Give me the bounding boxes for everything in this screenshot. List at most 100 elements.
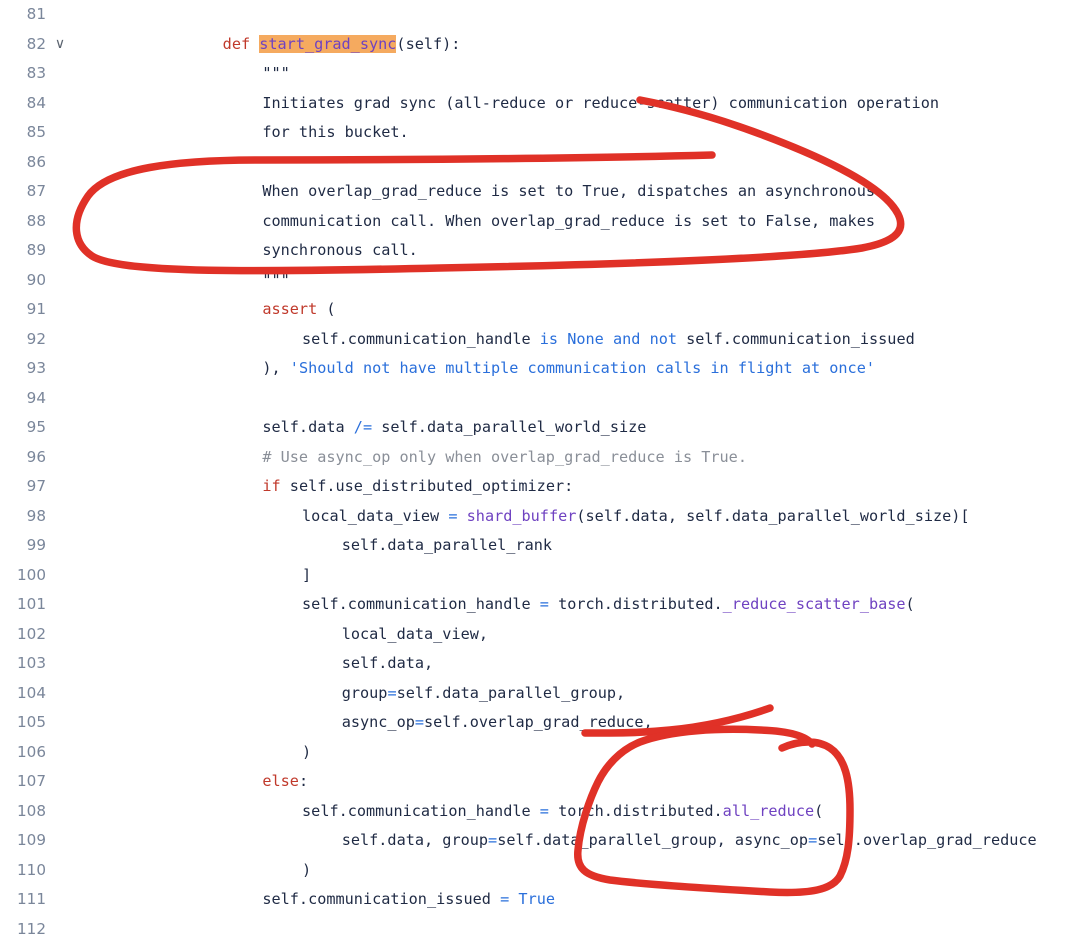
code-line[interactable]: 106) <box>0 738 1080 768</box>
code-token: """ <box>262 270 290 289</box>
code-line[interactable]: 103 self.data, <box>0 649 1080 679</box>
code-line-text: synchronous call. <box>262 236 417 266</box>
chevron-down-icon[interactable]: ∨ <box>52 30 68 60</box>
code-line-text: group=self.data_parallel_group, <box>342 679 625 709</box>
code-editor-lines[interactable]: 81 82 ∨ def start_grad_sync(self): 83 """ 84 In… <box>0 0 1080 934</box>
code-token: = <box>414 713 425 731</box>
code-token: True <box>518 890 555 908</box>
line-number: 82 <box>26 34 46 53</box>
code-line-text: ] <box>302 561 311 591</box>
code-token: = <box>387 683 397 702</box>
code-token: self <box>405 34 443 53</box>
code-token: assert <box>262 300 318 318</box>
code-token: ( <box>905 595 915 613</box>
code-viewer: 81 82 ∨ def start_grad_sync(self): 83 """ 84 In… <box>0 0 1080 934</box>
code-line[interactable]: 84 Initiates grad sync (all-reduce or red… <box>0 89 1080 119</box>
line-number: 112 <box>17 919 46 934</box>
code-token: self.data_parallel_world_size <box>372 418 647 436</box>
code-line-text: self.data /= self.data_parallel_world_si… <box>262 413 646 443</box>
code-line[interactable]: 108 self.communication_handle = torch.dis… <box>0 797 1080 827</box>
code-token: all_reduce <box>722 801 815 820</box>
code-token: = <box>808 831 818 849</box>
code-token: and <box>612 329 641 348</box>
code-line[interactable]: 101 self.communication_handle = torch.dis… <box>0 590 1080 620</box>
code-token: /= <box>353 418 373 436</box>
code-line[interactable]: 91 assert ( <box>0 295 1080 325</box>
code-line[interactable]: 93), 'Should not have multiple communica… <box>0 354 1080 384</box>
code-token: ( <box>396 34 406 53</box>
code-token: self.data_parallel_rank <box>341 536 553 554</box>
code-token: shard_buffer <box>466 506 577 525</box>
code-line[interactable]: 100] <box>0 561 1080 591</box>
line-number: 97 <box>26 477 46 495</box>
code-line-text: self.data_parallel_rank <box>342 531 552 561</box>
code-line[interactable]: 110) <box>0 856 1080 886</box>
code-token: = <box>539 801 549 820</box>
code-line[interactable]: 81 <box>0 0 1080 30</box>
code-line-text: ), 'Should not have multiple communicati… <box>262 354 875 384</box>
line-number: 100 <box>17 565 46 584</box>
line-number: 104 <box>17 683 46 702</box>
line-number: 106 <box>17 742 46 761</box>
code-line[interactable]: 96 # Use async_op only when overlap_grad_… <box>0 443 1080 473</box>
code-line-text: def start_grad_sync(self): <box>222 30 460 60</box>
code-token: Initiates grad sync (all-reduce or reduc… <box>262 93 939 112</box>
code-line[interactable]: 112 <box>0 915 1080 934</box>
code-line[interactable]: 90 """ <box>0 266 1080 296</box>
line-number: 98 <box>26 506 46 525</box>
code-line-text: if self.use_distributed_optimizer: <box>262 472 573 502</box>
code-line[interactable]: 86 <box>0 148 1080 178</box>
code-token: None <box>567 329 604 348</box>
line-number: 95 <box>26 418 46 436</box>
line-number: 102 <box>17 624 46 643</box>
code-token: communication call. When overlap_grad_re… <box>262 211 875 230</box>
code-token: if <box>262 477 281 495</box>
code-line[interactable]: 95 self.data /= self.data_parallel_world_… <box>0 413 1080 443</box>
code-token: _reduce_scatter_base <box>722 595 906 613</box>
code-line[interactable]: 98 local_data_view = shard_buffer(self.da… <box>0 502 1080 532</box>
line-number: 89 <box>26 241 46 259</box>
code-line[interactable]: 104 group=self.data_parallel_group, <box>0 679 1080 709</box>
code-token: def <box>222 34 260 53</box>
code-token: self.data, group <box>341 831 489 849</box>
code-line[interactable]: 85 for this bucket. <box>0 118 1080 148</box>
code-line-text: else: <box>262 767 308 797</box>
line-number: 92 <box>26 329 46 348</box>
code-line[interactable]: 109 self.data, group=self.data_parallel_g… <box>0 826 1080 856</box>
code-line[interactable]: 97 if self.use_distributed_optimizer: <box>0 472 1080 502</box>
code-line[interactable]: 99 self.data_parallel_rank <box>0 531 1080 561</box>
code-token: self.data_parallel_group, async_op <box>497 831 809 849</box>
code-line[interactable]: 94 <box>0 384 1080 414</box>
code-line[interactable]: 92 self.communication_handle is None and … <box>0 325 1080 355</box>
code-token: local_data_view, <box>341 624 489 643</box>
code-token: self.overlap_grad_reduce <box>817 831 1037 849</box>
code-line[interactable]: 111 self.communication_issued = True <box>0 885 1080 915</box>
code-line-text: self.communication_handle = torch.distri… <box>302 590 915 620</box>
code-line[interactable]: 88 communication call. When overlap_grad_… <box>0 207 1080 237</box>
line-number: 83 <box>26 64 46 82</box>
code-token: = <box>488 831 498 849</box>
code-line[interactable]: 105 async_op=self.overlap_grad_reduce, <box>0 708 1080 738</box>
line-number: 111 <box>17 890 46 908</box>
code-token: (self.data, self.data_parallel_world_siz… <box>576 506 970 525</box>
line-number: 81 <box>26 5 46 23</box>
code-line-text: async_op=self.overlap_grad_reduce, <box>342 708 653 738</box>
code-token: is <box>539 329 559 348</box>
code-token: = <box>500 890 510 908</box>
line-number: 99 <box>26 536 46 554</box>
line-number: 91 <box>26 300 46 318</box>
code-line[interactable]: 83 """ <box>0 59 1080 89</box>
code-line[interactable]: 107 else: <box>0 767 1080 797</box>
code-line-text: """ <box>262 59 289 89</box>
line-number: 90 <box>26 270 46 289</box>
code-line[interactable]: 89 synchronous call. <box>0 236 1080 266</box>
code-token: self.overlap_grad_reduce, <box>424 713 653 731</box>
code-line[interactable]: 87 When overlap_grad_reduce is set to Tru… <box>0 177 1080 207</box>
code-line[interactable]: 82 ∨ def start_grad_sync(self): <box>0 30 1080 60</box>
line-number: 108 <box>17 801 46 820</box>
code-token: torch.distributed. <box>548 801 723 820</box>
code-line[interactable]: 102 local_data_view, <box>0 620 1080 650</box>
